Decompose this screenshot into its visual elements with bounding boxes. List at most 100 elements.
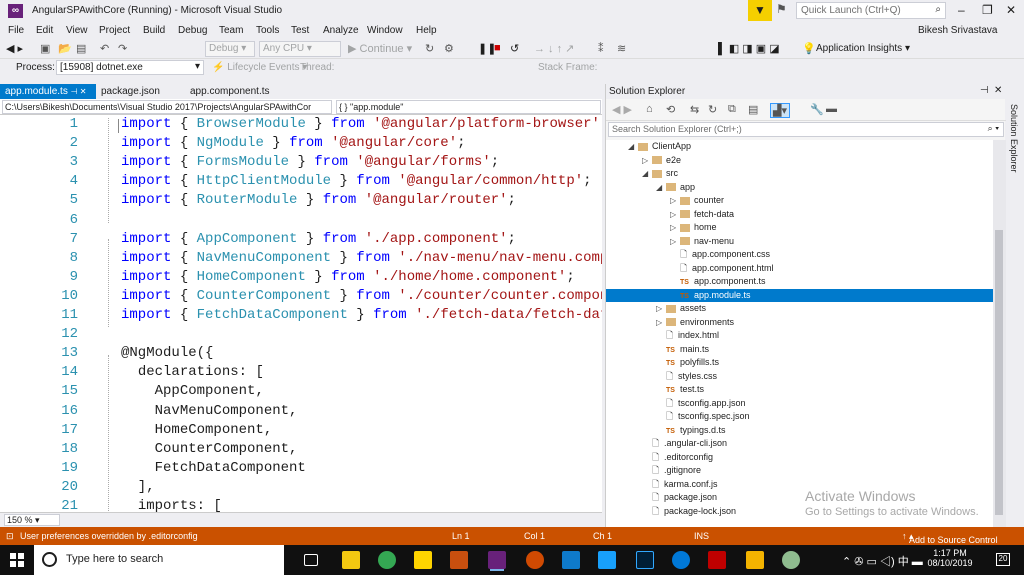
tab-package-json[interactable]: package.json bbox=[96, 84, 180, 99]
tree-item[interactable]: 🗋 package.json bbox=[642, 491, 717, 504]
code-line[interactable]: imports: [ bbox=[121, 498, 222, 512]
file-explorer-icon[interactable] bbox=[342, 551, 360, 569]
presentation-app-icon[interactable] bbox=[450, 551, 468, 569]
tree-item[interactable]: TS test.ts bbox=[656, 383, 704, 396]
collapsed-arrow-icon[interactable]: ▷ bbox=[670, 235, 680, 248]
minimize-button[interactable]: – bbox=[958, 3, 965, 17]
expanded-arrow-icon[interactable]: ◢ bbox=[656, 181, 666, 194]
tree-item[interactable]: ▷ assets bbox=[656, 302, 706, 315]
menu-debug[interactable]: Debug bbox=[178, 25, 207, 36]
pin-icon[interactable]: ⊣ bbox=[980, 85, 989, 96]
bookmark-icon[interactable]: ▌ ◧ ◨ ▣ ◪ bbox=[718, 42, 780, 55]
notification-filter-icon[interactable]: ▼ bbox=[748, 0, 772, 21]
tree-item[interactable]: 🗋 .editorconfig bbox=[642, 451, 713, 464]
code-line[interactable]: import { AppComponent } from './app.comp… bbox=[121, 231, 516, 247]
symbol-dropdown[interactable]: { } "app.module" bbox=[336, 100, 601, 114]
quick-launch-input[interactable]: Quick Launch (Ctrl+Q) ⌕ bbox=[796, 2, 946, 19]
tree-item[interactable]: TS polyfills.ts bbox=[656, 356, 719, 369]
visual-studio-taskbar-icon[interactable] bbox=[488, 551, 506, 569]
zoom-dropdown[interactable]: 150 % ▾ bbox=[4, 514, 60, 526]
code-editor[interactable]: 1 2 3 4 5 6 7 8 9 10 11 12 13 14 15 16 17 18 19 20 21 import… bbox=[0, 115, 602, 512]
preview-icon[interactable]: ▟▾ bbox=[770, 103, 790, 118]
side-tab-solution-explorer[interactable]: Solution Explorer bbox=[1009, 104, 1019, 173]
tree-item[interactable]: 🗋 app.component.css bbox=[670, 248, 770, 261]
tree-item[interactable]: ▷ e2e bbox=[642, 154, 681, 167]
pending-changes-icon[interactable]: ⟲ bbox=[666, 103, 675, 116]
add-to-source-control-button[interactable]: ↑ Add to Source Control ▴ bbox=[902, 531, 998, 545]
tree-item[interactable]: TS app.component.ts bbox=[670, 275, 766, 288]
redo-icon[interactable]: ↷ bbox=[118, 42, 127, 55]
restart-icon[interactable]: ↺ bbox=[510, 42, 519, 55]
menu-team[interactable]: Team bbox=[219, 25, 243, 36]
refresh-icon[interactable]: ↻ bbox=[708, 103, 717, 116]
code-line[interactable]: import { HomeComponent } from './home/ho… bbox=[121, 269, 575, 285]
image-viewer-icon[interactable] bbox=[746, 551, 764, 569]
collapsed-arrow-icon[interactable]: ▷ bbox=[670, 208, 680, 221]
tree-item[interactable]: TS typings.d.ts bbox=[656, 424, 726, 437]
code-line[interactable]: import { NavMenuComponent } from './nav-… bbox=[121, 250, 602, 266]
tree-item[interactable]: 🗋 app.component.html bbox=[670, 262, 774, 275]
code-line[interactable]: import { HttpClientModule } from '@angul… bbox=[121, 173, 592, 189]
tab-app-module[interactable]: app.module.ts ⊣ ✕ bbox=[0, 84, 96, 99]
browser-link-icon[interactable]: ⚙ bbox=[444, 42, 454, 55]
messenger-icon[interactable] bbox=[672, 551, 690, 569]
expanded-arrow-icon[interactable]: ◢ bbox=[642, 167, 652, 180]
show-all-files-icon[interactable]: ▤ bbox=[748, 103, 758, 116]
restore-button[interactable]: ❐ bbox=[982, 3, 993, 17]
tree-item[interactable]: TS main.ts bbox=[656, 343, 709, 356]
app-insights-icon[interactable]: 💡 bbox=[802, 42, 816, 55]
tab-app-component[interactable]: app.component.ts bbox=[185, 84, 285, 99]
store-icon[interactable] bbox=[598, 551, 616, 569]
code-line[interactable]: CounterComponent, bbox=[121, 441, 298, 457]
code-line[interactable]: @NgModule({ bbox=[121, 345, 213, 361]
thread-icon[interactable]: ≋ bbox=[617, 42, 626, 55]
user-account[interactable]: Bikesh Srivastava bbox=[918, 25, 997, 36]
menu-build[interactable]: Build bbox=[143, 25, 165, 36]
refresh-icon[interactable]: ↻ bbox=[425, 42, 434, 55]
tree-item[interactable]: ◢ ClientApp bbox=[628, 140, 691, 153]
new-item-icon[interactable]: ▣ bbox=[40, 42, 50, 55]
collapsed-arrow-icon[interactable]: ▷ bbox=[656, 316, 666, 329]
tree-item[interactable]: 🗋 .angular-cli.json bbox=[642, 437, 727, 450]
collapsed-arrow-icon[interactable]: ▷ bbox=[670, 194, 680, 207]
tree-item[interactable]: 🗋 tsconfig.spec.json bbox=[656, 410, 750, 423]
git-client-icon[interactable] bbox=[526, 551, 544, 569]
tree-item[interactable]: 🗋 index.html bbox=[656, 329, 719, 342]
taskbar-clock[interactable]: 1:17 PM 08/10/2019 bbox=[920, 548, 980, 568]
tree-item[interactable]: ◢ app bbox=[656, 181, 695, 194]
code-line[interactable]: HomeComponent, bbox=[121, 422, 273, 438]
preview-selected-icon[interactable]: ▬ bbox=[826, 103, 837, 115]
code-line[interactable]: import { FormsModule } from '@angular/fo… bbox=[121, 154, 499, 170]
tree-item[interactable]: ▷ counter bbox=[670, 194, 724, 207]
system-tray-icons[interactable]: ⌃ ✇ ▭ ◁) 中 ▬ bbox=[842, 553, 923, 569]
tool-app-icon[interactable] bbox=[782, 551, 800, 569]
filezilla-icon[interactable] bbox=[708, 551, 726, 569]
chrome-icon[interactable] bbox=[378, 551, 396, 569]
photoshop-icon[interactable] bbox=[636, 551, 654, 569]
continue-button[interactable]: ▶ Continue ▾ bbox=[348, 42, 412, 55]
menu-edit[interactable]: Edit bbox=[36, 25, 53, 36]
code-line[interactable]: import { NgModule } from '@angular/core'… bbox=[121, 135, 466, 151]
notifications-icon[interactable]: 20 bbox=[996, 553, 1010, 566]
code-line[interactable]: import { RouterModule } from '@angular/r… bbox=[121, 192, 516, 208]
back-icon[interactable]: ◀ ▸ bbox=[6, 42, 23, 55]
config-dropdown[interactable]: Debug ▾ bbox=[205, 41, 255, 57]
tree-item[interactable]: ◢ src bbox=[642, 167, 678, 180]
process-dropdown[interactable]: [15908] dotnet.exe ▾ bbox=[56, 60, 204, 75]
tree-item[interactable]: ▷ fetch-data bbox=[670, 208, 734, 221]
stop-icon[interactable]: ■ bbox=[494, 42, 501, 54]
open-icon[interactable]: 📂 bbox=[58, 42, 72, 55]
tree-item[interactable]: TS app.module.ts bbox=[606, 288, 993, 302]
expanded-arrow-icon[interactable]: ◢ bbox=[628, 140, 638, 153]
close-icon[interactable]: ✕ bbox=[994, 85, 1002, 96]
menu-tools[interactable]: Tools bbox=[256, 25, 279, 36]
menu-file[interactable]: File bbox=[8, 25, 24, 36]
code-line[interactable]: import { CounterComponent } from './coun… bbox=[121, 288, 602, 304]
step-icons[interactable]: → ↓ ↑ ↗ bbox=[534, 42, 574, 55]
tree-item[interactable]: 🗋 .gitignore bbox=[642, 464, 701, 477]
hex-icon[interactable]: ⁑ bbox=[598, 42, 604, 55]
code-line[interactable]: declarations: [ bbox=[121, 364, 264, 380]
collapse-all-icon[interactable]: ⧉ bbox=[728, 103, 736, 116]
collapsed-arrow-icon[interactable]: ▷ bbox=[670, 221, 680, 234]
task-view-icon[interactable] bbox=[304, 554, 318, 566]
